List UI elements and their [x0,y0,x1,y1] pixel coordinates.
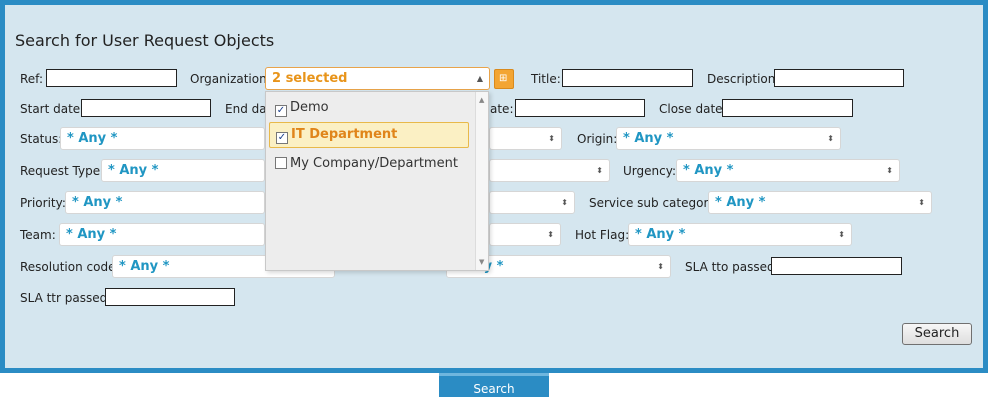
title-input[interactable] [562,69,693,87]
search-panel-body [5,5,983,368]
priority-label: Priority: [20,196,66,210]
up-down-arrow-icon: ▲ [476,74,483,83]
option-label: My Company/Department [290,156,458,171]
close-date-input[interactable] [722,99,853,117]
search-panel [0,0,988,373]
dropdown-option-demo[interactable]: ✓ Demo [269,96,467,122]
description-input[interactable] [774,69,904,87]
scroll-down-icon[interactable]: ▼ [479,258,484,266]
priority-value: * Any * [72,195,123,210]
sla-tto-passed-input[interactable] [771,257,902,275]
dropdown-scrollbar[interactable]: ▲ ▼ [475,92,488,270]
ref-label: Ref: [20,72,44,86]
team-select[interactable]: * Any * [59,223,265,246]
date-label: ate: [490,102,514,116]
hierarchy-button[interactable]: ⊞ [494,69,514,89]
origin-value: * Any * [623,131,674,146]
close-date-label: Close date: [659,102,727,116]
sla-tto-passed-label: SLA tto passed: [685,260,779,274]
status-value: * Any * [67,131,118,146]
up-down-arrow-icon: ⬍ [918,198,925,207]
sla-ttr-passed-label: SLA ttr passed: [20,291,112,305]
resolution-code-label: Resolution code: [20,260,120,274]
up-down-arrow-icon: ⬍ [838,230,845,239]
up-down-arrow-icon: ⬍ [561,198,568,207]
up-down-arrow-icon: ⬍ [657,262,664,271]
hidden-select-row6[interactable]: ⬍ [489,223,561,246]
priority-select[interactable]: * Any * [65,191,265,214]
organization-value: 2 selected [272,71,348,86]
team-label: Team: [20,228,56,242]
service-sub-category-label: Service sub category: [589,196,719,210]
up-down-arrow-icon: ⬍ [827,134,834,143]
up-down-arrow-icon: ⬍ [886,166,893,175]
status-label: Status: [20,132,63,146]
organization-label: Organization: [190,72,271,86]
option-label: IT Department [291,127,398,142]
check-icon[interactable]: ✓ [275,105,287,117]
service-sub-category-select[interactable]: * Any * ⬍ [708,191,932,214]
search-tab-button[interactable]: Search [439,373,549,397]
urgency-value: * Any * [683,163,734,178]
search-button[interactable]: Search [902,323,972,345]
title-label: Title: [531,72,561,86]
sla-ttr-passed-input[interactable] [105,288,235,306]
start-date-label: Start date: [20,102,85,116]
request-type-value: * Any * [108,163,159,178]
option-label: Demo [290,100,329,115]
service-sub-category-value: * Any * [715,195,766,210]
urgency-label: Urgency: [623,164,676,178]
description-label: Description: [707,72,780,86]
up-down-arrow-icon: ⬍ [548,134,555,143]
urgency-select[interactable]: * Any * ⬍ [676,159,900,182]
hidden-select-row3[interactable]: ⬍ [489,127,562,150]
team-value: * Any * [66,227,117,242]
hot-flag-select[interactable]: * Any * ⬍ [628,223,852,246]
hidden-select-row4[interactable]: ⬍ [489,159,610,182]
hierarchy-icon: ⊞ [499,73,508,84]
request-type-select[interactable]: * Any * [101,159,265,182]
organization-select[interactable]: 2 selected ▲ [265,67,490,90]
organization-dropdown: ✓ Demo ✓ IT Department My Company/Departme… [265,91,489,271]
up-down-arrow-icon: ⬍ [596,166,603,175]
origin-select[interactable]: * Any * ⬍ [616,127,841,150]
dropdown-option-it-department[interactable]: ✓ IT Department [269,122,469,148]
hot-flag-label: Hot Flag: [575,228,630,242]
dropdown-option-my-company[interactable]: My Company/Department [269,152,467,178]
up-down-arrow-icon: ⬍ [547,230,554,239]
ref-input[interactable] [46,69,177,87]
origin-label: Origin: [577,132,618,146]
checkbox-empty[interactable] [275,157,287,169]
hidden-select-row5[interactable]: ⬍ [489,191,575,214]
check-icon[interactable]: ✓ [276,132,288,144]
date-input[interactable] [515,99,645,117]
hot-flag-value: * Any * [635,227,686,242]
request-type-label: Request Type: [20,164,105,178]
status-select[interactable]: * Any * [60,127,265,150]
page-title: Search for User Request Objects [15,31,275,50]
resolution-code-value: * Any * [119,259,170,274]
start-date-input[interactable] [81,99,211,117]
scroll-up-icon[interactable]: ▲ [479,96,484,104]
